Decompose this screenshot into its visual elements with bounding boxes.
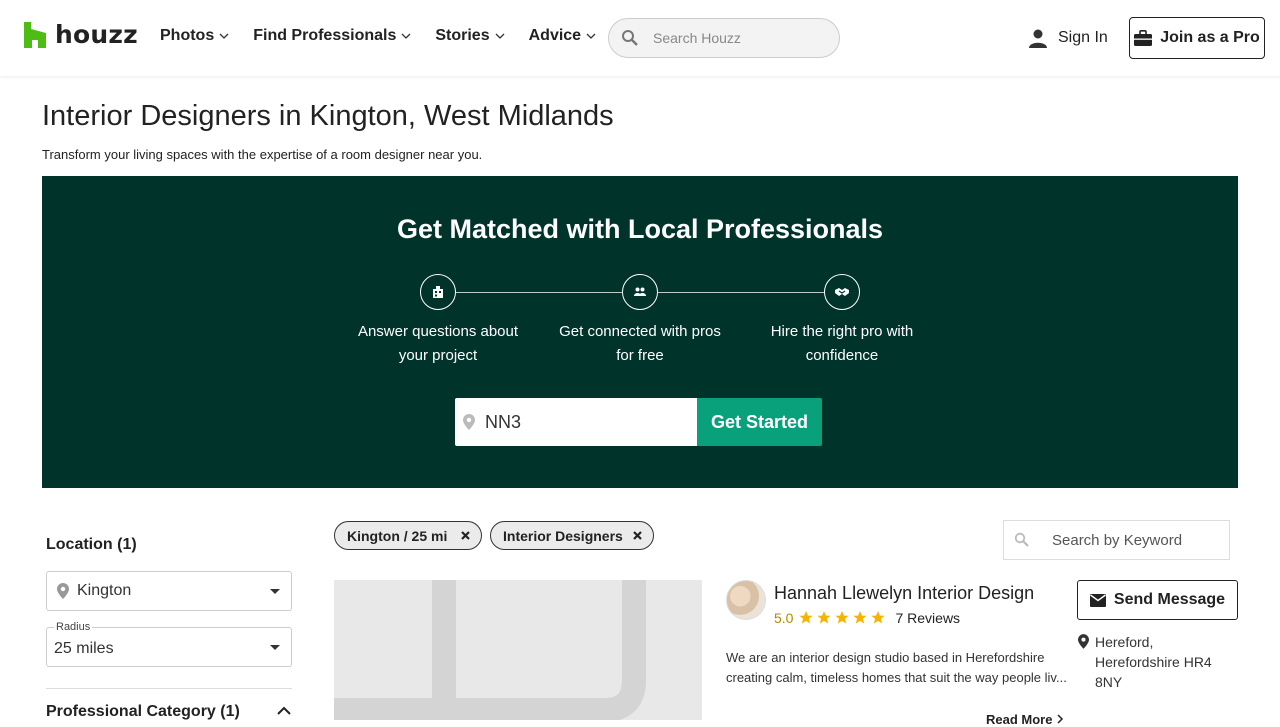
sign-in-link[interactable]: Sign In <box>1028 28 1108 48</box>
filter-chip-location[interactable]: Kington / 25 mi <box>334 521 482 550</box>
join-as-pro-label: Join as a Pro <box>1160 29 1260 46</box>
get-matched-banner: Get Matched with Local Professionals Ans… <box>42 176 1238 488</box>
logo-wordmark: houzz <box>55 20 138 49</box>
get-started-button[interactable]: Get Started <box>697 398 822 446</box>
user-icon <box>1029 29 1047 48</box>
location-select-value: Kington <box>77 582 132 599</box>
chevron-down-icon <box>401 33 411 39</box>
radius-label: Radius <box>54 621 93 633</box>
star-icon <box>853 611 868 624</box>
filter-chip-label: Interior Designers <box>503 527 623 544</box>
filter-chip-category[interactable]: Interior Designers <box>490 521 654 550</box>
page-subtitle: Transform your living spaces with the ex… <box>42 147 483 162</box>
handshake-icon <box>824 274 860 310</box>
chevron-down-icon <box>219 33 229 39</box>
nav-photos[interactable]: Photos <box>160 27 229 45</box>
star-icon <box>835 611 850 624</box>
address-line: 8NY <box>1095 674 1123 690</box>
search-icon <box>622 30 638 46</box>
houzz-logo[interactable]: houzz <box>24 20 138 49</box>
join-as-pro-button[interactable]: Join as a Pro <box>1129 17 1265 59</box>
pro-rating: 5.0 7 Reviews <box>774 610 960 626</box>
location-map[interactable] <box>334 580 702 720</box>
search-icon <box>1014 532 1029 547</box>
main-nav: Photos Find Professionals Stories Advice <box>160 27 620 45</box>
star-rating <box>799 611 889 625</box>
nav-label: Advice <box>528 27 582 44</box>
radius-select-value: 25 miles <box>54 640 114 657</box>
people-icon <box>622 274 658 310</box>
pro-address: Hereford, Herefordshire HR4 8NY <box>1078 632 1225 692</box>
zip-code-input[interactable] <box>485 411 665 433</box>
page-title: Interior Designers in Kington, West Midl… <box>42 100 614 132</box>
briefcase-icon <box>1134 30 1153 46</box>
step-text: Get connected with pros for free <box>559 323 721 364</box>
sign-in-label: Sign In <box>1058 29 1108 46</box>
nav-advice[interactable]: Advice <box>529 27 596 45</box>
zip-code-field <box>455 398 697 446</box>
houzz-logo-icon <box>24 21 46 48</box>
reviews-link[interactable]: 7 Reviews <box>895 610 960 626</box>
banner-heading: Get Matched with Local Professionals <box>396 214 884 244</box>
dropdown-caret-icon <box>270 589 280 594</box>
location-pin-icon <box>57 583 69 599</box>
chevron-down-icon <box>586 33 596 39</box>
nav-find-professionals[interactable]: Find Professionals <box>253 27 411 45</box>
step-get-connected: Get connected with pros for free <box>550 274 730 368</box>
sidebar-divider <box>46 688 292 689</box>
location-select[interactable]: Kington <box>46 571 292 611</box>
nav-label: Photos <box>160 27 215 44</box>
nav-label: Find Professionals <box>253 27 397 44</box>
location-pin-icon <box>463 414 475 430</box>
pro-avatar[interactable] <box>726 580 766 620</box>
category-filter-heading[interactable]: Professional Category (1) <box>46 703 240 721</box>
dropdown-caret-icon <box>270 645 280 650</box>
mail-icon <box>1089 593 1106 607</box>
zip-code-form: Get Started <box>455 398 822 446</box>
location-pin-icon <box>1078 634 1089 649</box>
questionnaire-icon <box>420 274 456 310</box>
pro-name-link[interactable]: Hannah Llewelyn Interior Design <box>774 583 1034 604</box>
send-message-button[interactable]: Send Message <box>1077 580 1238 620</box>
keyword-search <box>1003 520 1230 560</box>
address-line: Hereford, <box>1095 634 1154 650</box>
top-navigation-bar: houzz Photos Find Professionals Stories … <box>0 0 1280 76</box>
site-search-input[interactable] <box>653 30 823 46</box>
location-filter-heading: Location (1) <box>46 536 137 553</box>
pro-description: We are an interior design studio based i… <box>726 650 1067 685</box>
address-line: Herefordshire HR4 <box>1095 654 1212 670</box>
keyword-search-input[interactable] <box>1052 531 1222 549</box>
chevron-down-icon <box>495 33 505 39</box>
chevron-right-icon <box>1057 714 1064 724</box>
site-search <box>608 18 840 58</box>
nav-label: Stories <box>435 27 490 44</box>
step-answer-questions: Answer questions about your project <box>348 274 528 368</box>
map-roads <box>334 580 702 720</box>
star-icon <box>817 611 832 624</box>
close-icon[interactable] <box>459 529 472 542</box>
chevron-up-icon[interactable] <box>276 706 292 716</box>
step-hire-pro: Hire the right pro with confidence <box>752 274 932 368</box>
step-text: Answer questions about your project <box>357 323 519 364</box>
rating-score: 5.0 <box>774 610 794 626</box>
nav-stories[interactable]: Stories <box>435 27 505 45</box>
star-icon <box>871 611 886 624</box>
close-icon[interactable] <box>631 529 644 542</box>
radius-select[interactable]: Radius 25 miles <box>46 621 292 667</box>
star-icon <box>799 611 814 624</box>
filter-chip-label: Kington / 25 mi <box>347 527 448 544</box>
send-message-label: Send Message <box>1113 591 1226 608</box>
step-text: Hire the right pro with confidence <box>770 323 914 364</box>
